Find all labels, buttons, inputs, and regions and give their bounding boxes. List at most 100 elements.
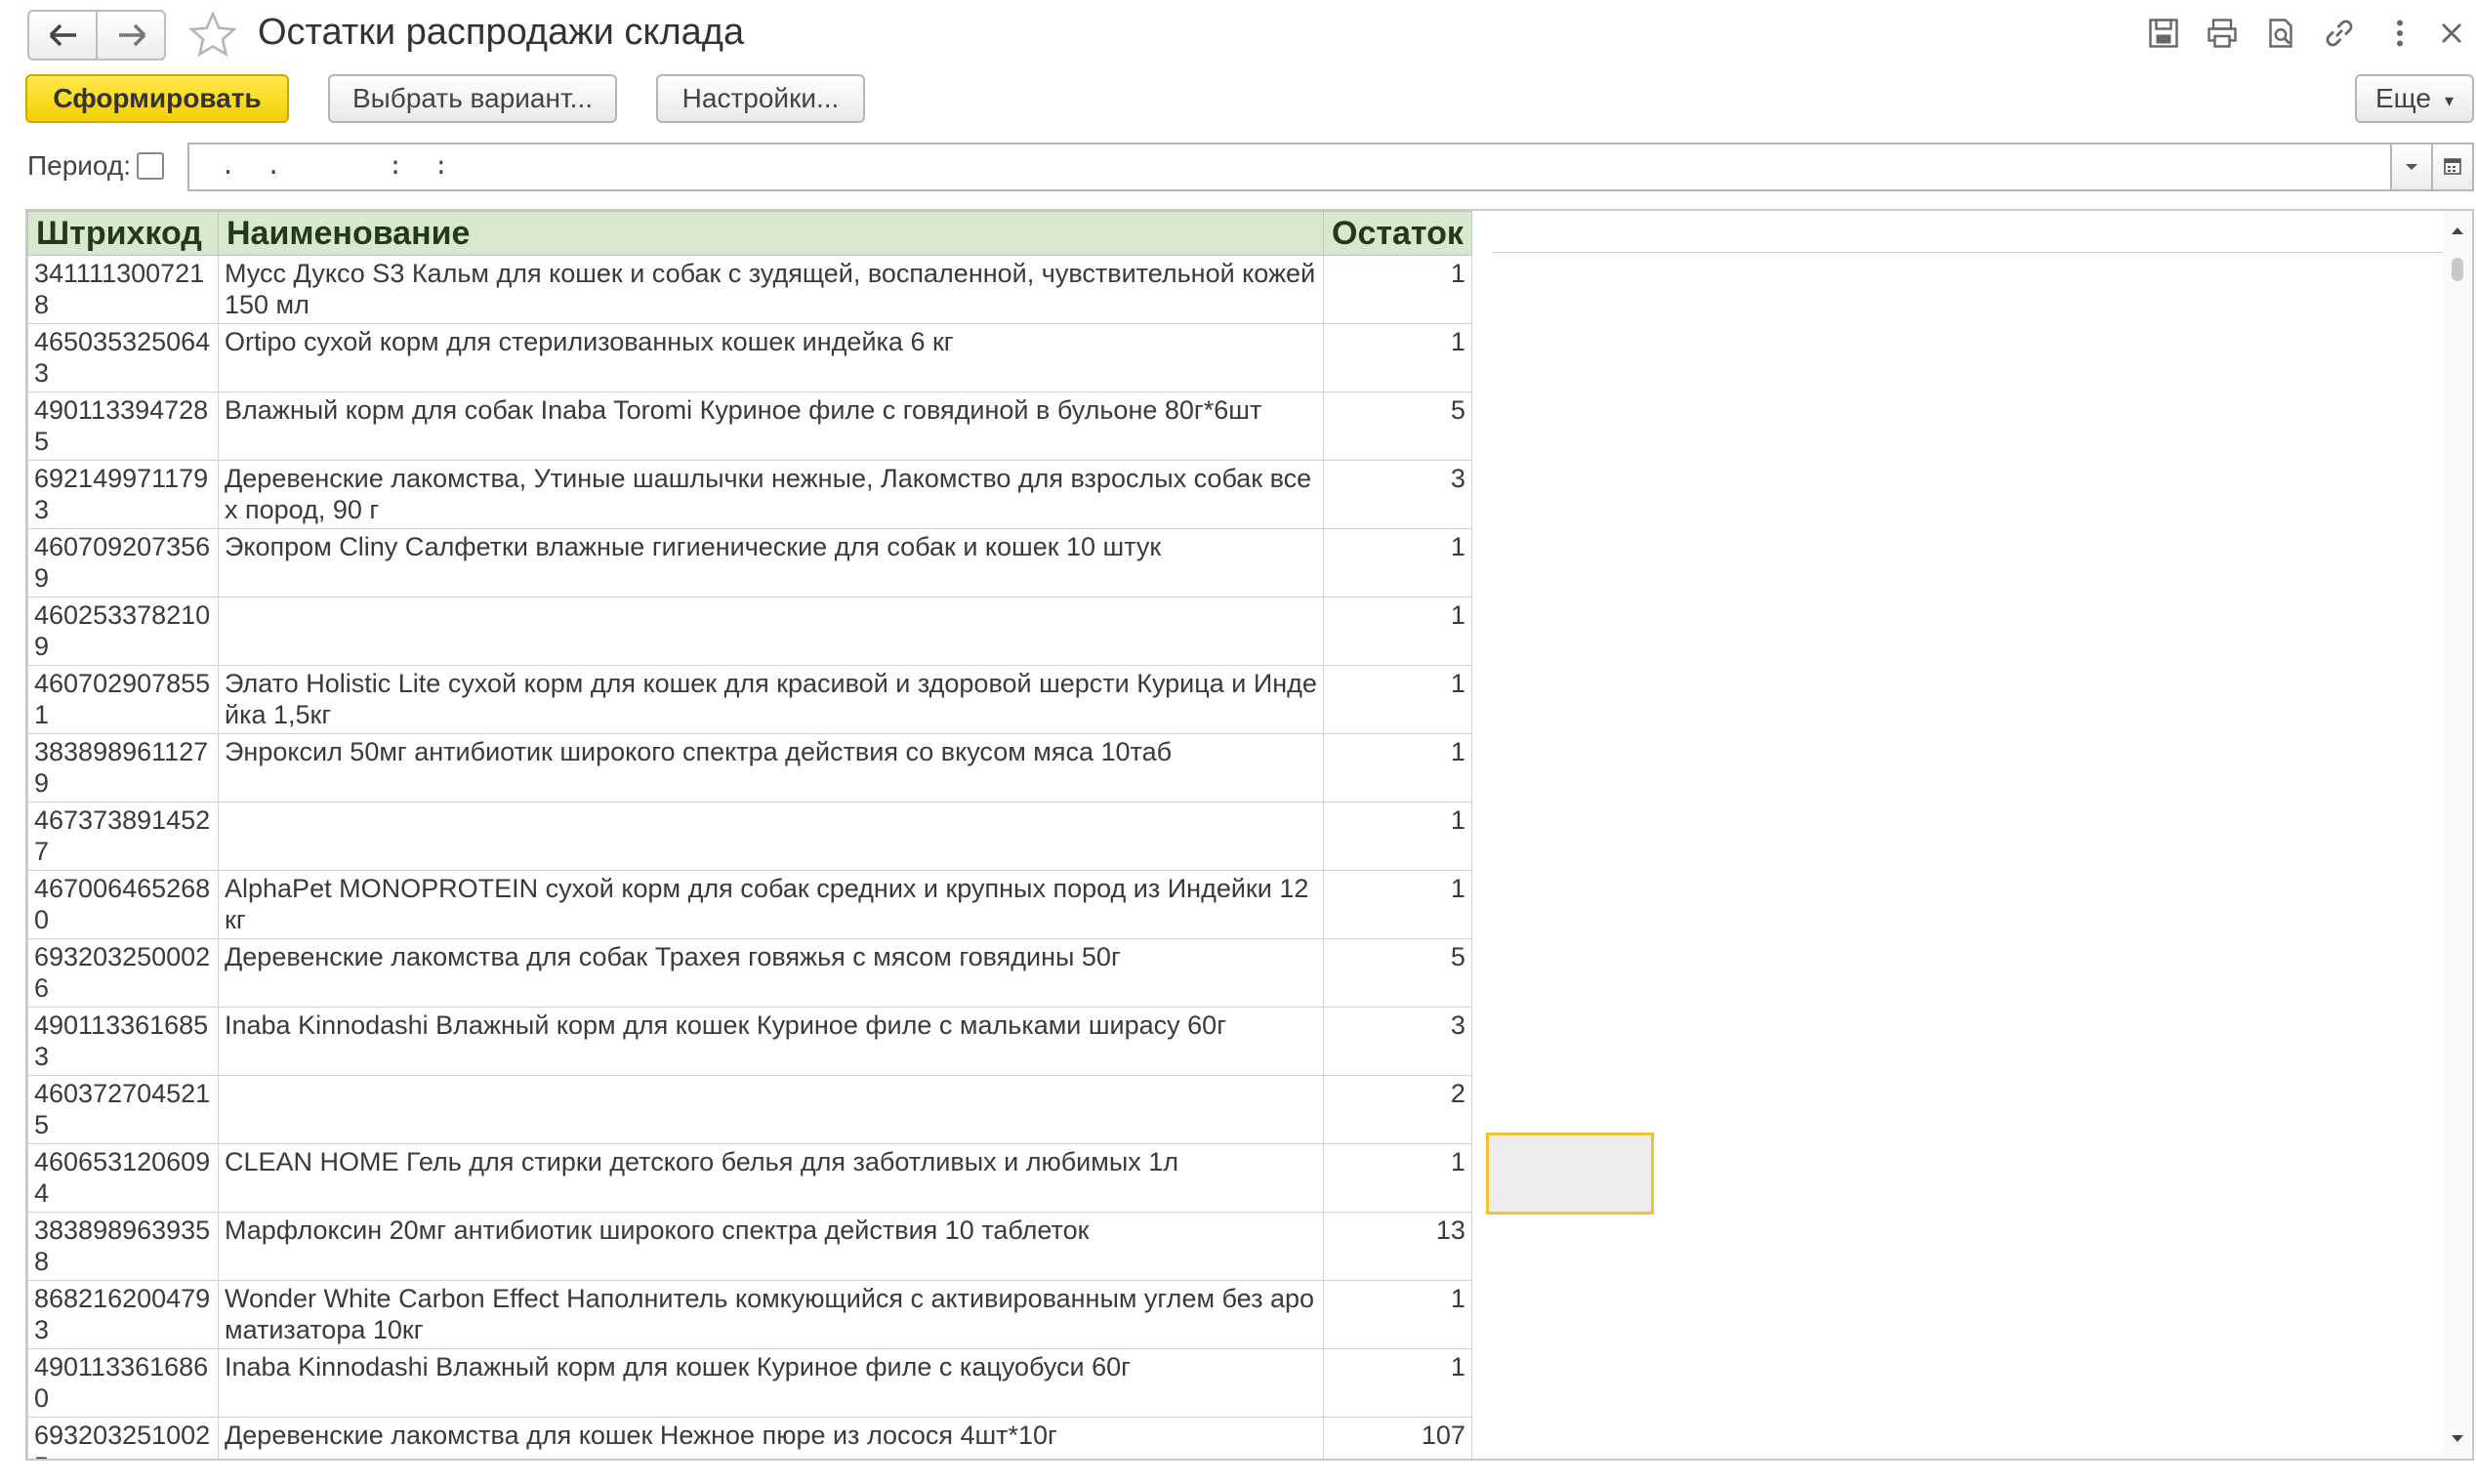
cell-quantity[interactable]: 1 — [1323, 733, 1472, 803]
print-icon[interactable] — [2205, 16, 2240, 51]
table-row[interactable]: 4901133947285 Влажный корм для собак Inab… — [27, 392, 1472, 461]
table-row[interactable]: 4607092073569 Экопром Cliny Салфетки влаж… — [27, 528, 1472, 598]
header-barcode: Штрихкод — [27, 211, 219, 256]
page-title: Остатки распродажи склада — [258, 12, 745, 53]
cell-name[interactable]: Энроксил 50мг антибиотик широкого спектр… — [218, 733, 1324, 803]
table-row[interactable]: 6932032500026 Деревенские лакомства для с… — [27, 938, 1472, 1008]
cell-name[interactable]: AlphaPet MONOPROTEIN сухой корм для соба… — [218, 870, 1324, 939]
cell-quantity[interactable]: 13 — [1323, 1212, 1472, 1281]
cell-name[interactable]: Inaba Kinnodashi Влажный корм для кошек … — [218, 1007, 1324, 1076]
scroll-up-icon[interactable] — [2450, 225, 2465, 236]
cell-quantity[interactable]: 1 — [1323, 597, 1472, 666]
cell-name[interactable]: Wonder White Carbon Effect Наполнитель к… — [218, 1280, 1324, 1349]
cell-name[interactable]: Марфлоксин 20мг антибиотик широкого спек… — [218, 1212, 1324, 1281]
cell-barcode[interactable]: 4901133616860 — [27, 1348, 219, 1418]
cell-barcode[interactable]: 4901133947285 — [27, 392, 219, 461]
cell-barcode[interactable]: 6932032500026 — [27, 938, 219, 1008]
cell-name[interactable]: Влажный корм для собак Inaba Toromi Кури… — [218, 392, 1324, 461]
vertical-scrollbar[interactable] — [2443, 211, 2472, 1459]
period-input[interactable]: . . : : — [187, 143, 2392, 191]
header-name: Наименование — [218, 211, 1324, 256]
cell-barcode[interactable]: 4901133616853 — [27, 1007, 219, 1076]
table-row[interactable]: 4606531206094 CLEAN HOME Гель для стирки … — [27, 1143, 1472, 1213]
cell-barcode[interactable]: 6932032510025 — [27, 1417, 219, 1459]
selected-cell[interactable] — [1486, 1133, 1654, 1215]
period-checkbox[interactable] — [137, 152, 164, 180]
table-row[interactable]: 3838989639358 Марфлоксин 20мг антибиотик … — [27, 1212, 1472, 1281]
cell-barcode[interactable]: 4650353250643 — [27, 323, 219, 392]
arrow-left-icon — [49, 23, 76, 47]
cell-quantity[interactable]: 1 — [1323, 665, 1472, 734]
cell-barcode[interactable]: 3411113007218 — [27, 255, 219, 324]
cell-barcode[interactable]: 3838989611279 — [27, 733, 219, 803]
table-row[interactable]: 4901133616860 Inaba Kinnodashi Влажный ко… — [27, 1348, 1472, 1418]
cell-name[interactable] — [218, 1075, 1324, 1144]
table-row[interactable]: 4602533782109 1 — [27, 597, 1472, 666]
arrow-right-icon — [119, 23, 146, 47]
cell-quantity[interactable]: 1 — [1323, 802, 1472, 871]
table-row[interactable]: 4650353250643 Ortipo сухой корм для стери… — [27, 323, 1472, 392]
save-icon[interactable] — [2146, 16, 2181, 51]
cell-quantity[interactable]: 3 — [1323, 460, 1472, 529]
cell-quantity[interactable]: 3 — [1323, 1007, 1472, 1076]
link-icon[interactable] — [2322, 16, 2357, 51]
cell-quantity[interactable]: 1 — [1323, 1280, 1472, 1349]
cell-quantity[interactable]: 1 — [1323, 255, 1472, 324]
cell-barcode[interactable]: 4602533782109 — [27, 597, 219, 666]
cell-quantity[interactable]: 1 — [1323, 1143, 1472, 1213]
cell-name[interactable]: Экопром Cliny Салфетки влажные гигиениче… — [218, 528, 1324, 598]
table-row[interactable]: 8682162004793 Wonder White Carbon Effect … — [27, 1280, 1472, 1349]
cell-barcode[interactable]: 8682162004793 — [27, 1280, 219, 1349]
cell-quantity[interactable]: 1 — [1323, 323, 1472, 392]
cell-barcode[interactable]: 4606531206094 — [27, 1143, 219, 1213]
settings-button[interactable]: Настройки... — [656, 74, 865, 123]
more-vertical-icon[interactable] — [2382, 16, 2417, 51]
cell-name[interactable] — [218, 802, 1324, 871]
cell-quantity[interactable]: 5 — [1323, 938, 1472, 1008]
generate-button[interactable]: Сформировать — [25, 74, 289, 123]
close-icon[interactable] — [2437, 16, 2466, 51]
table-row[interactable]: 4607029078551 Элато Holistic Lite сухой к… — [27, 665, 1472, 734]
cell-quantity[interactable]: 5 — [1323, 392, 1472, 461]
table-row[interactable]: 4603727045215 2 — [27, 1075, 1472, 1144]
cell-barcode[interactable]: 4673738914527 — [27, 802, 219, 871]
cell-barcode[interactable]: 4607092073569 — [27, 528, 219, 598]
table-row[interactable]: 4673738914527 1 — [27, 802, 1472, 871]
scrollbar-thumb[interactable] — [2452, 258, 2463, 281]
cell-name[interactable]: Деревенские лакомства, Утиные шашлычки н… — [218, 460, 1324, 529]
cell-name[interactable]: CLEAN HOME Гель для стирки детского бель… — [218, 1143, 1324, 1213]
cell-name[interactable]: Деревенские лакомства для собак Трахея г… — [218, 938, 1324, 1008]
cell-barcode[interactable]: 4607029078551 — [27, 665, 219, 734]
table-row[interactable]: 6921499711793 Деревенские лакомства, Утин… — [27, 460, 1472, 529]
table-row[interactable]: 3411113007218 Мусс Дуксо S3 Кальм для кош… — [27, 255, 1472, 324]
cell-barcode[interactable]: 3838989639358 — [27, 1212, 219, 1281]
cell-barcode[interactable]: 4670064652680 — [27, 870, 219, 939]
table-row[interactable]: 6932032510025Деревенские лакомства для к… — [27, 1417, 1472, 1459]
cell-name[interactable]: Мусс Дуксо S3 Кальм для кошек и собак с … — [218, 255, 1324, 324]
cell-name[interactable]: Элато Holistic Lite сухой корм для кошек… — [218, 665, 1324, 734]
table-row[interactable]: 4901133616853 Inaba Kinnodashi Влажный ко… — [27, 1007, 1472, 1076]
table-row[interactable]: 3838989611279 Энроксил 50мг антибиотик ши… — [27, 733, 1472, 803]
cell-name[interactable]: Деревенские лакомства для кошек Нежное п… — [218, 1417, 1324, 1459]
report-spreadsheet[interactable]: Штрихкод Наименование Остаток 3411113007… — [25, 209, 2474, 1461]
cell-quantity[interactable]: 107 — [1323, 1417, 1472, 1459]
back-button[interactable] — [27, 10, 98, 61]
cell-quantity[interactable]: 1 — [1323, 1348, 1472, 1418]
cell-quantity[interactable]: 1 — [1323, 870, 1472, 939]
forward-button[interactable] — [96, 10, 166, 61]
favorite-star-icon[interactable] — [187, 10, 238, 61]
cell-barcode[interactable]: 6921499711793 — [27, 460, 219, 529]
select-variant-button[interactable]: Выбрать вариант... — [328, 74, 617, 123]
cell-name[interactable]: Inaba Kinnodashi Влажный корм для кошек … — [218, 1348, 1324, 1418]
table-row[interactable]: 4670064652680 AlphaPet MONOPROTEIN сухой … — [27, 870, 1472, 939]
preview-icon[interactable] — [2263, 16, 2298, 51]
cell-quantity[interactable]: 2 — [1323, 1075, 1472, 1144]
scroll-down-icon[interactable] — [2450, 1433, 2465, 1445]
period-dropdown-button[interactable] — [2390, 143, 2433, 191]
more-button[interactable]: Еще ▾ — [2355, 74, 2474, 123]
cell-quantity[interactable]: 1 — [1323, 528, 1472, 598]
calendar-button[interactable] — [2431, 143, 2474, 191]
cell-barcode[interactable]: 4603727045215 — [27, 1075, 219, 1144]
cell-name[interactable]: Ortipo сухой корм для стерилизованных ко… — [218, 323, 1324, 392]
cell-name[interactable] — [218, 597, 1324, 666]
